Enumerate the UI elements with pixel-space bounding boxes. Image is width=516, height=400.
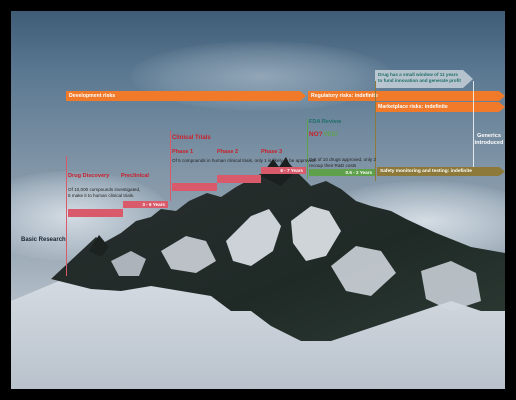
fda-duration: 0.5 - 2 Years (345, 169, 372, 175)
clinical-duration-pill: 6 - 7 Years (261, 167, 306, 174)
safety-monitoring-arrow: Safety monitoring and testing: indefinit… (377, 167, 505, 176)
generics-marker-line (473, 81, 474, 171)
drug-discovery-label: Drug Discovery (68, 173, 110, 179)
preclinical-label: Preclinical (121, 173, 149, 179)
clinical-duration: 6 - 7 Years (280, 167, 303, 173)
phase2-label: Phase 2 (217, 149, 239, 155)
discovery-note: Of 10,000 compounds investigated, 5 make… (68, 187, 141, 198)
fda-note: Out of 10 drugs approved, only 2 recoup … (309, 157, 376, 168)
discovery-marker-line (66, 156, 67, 276)
fda-review-label: FDA Review (309, 119, 342, 125)
phase1-bar (172, 183, 217, 191)
fda-duration-pill: 0.5 - 2 Years (309, 169, 375, 176)
generics-label: Generics introduced (474, 133, 504, 146)
development-risks-arrow: Development risks (66, 91, 306, 101)
infographic-frame: Development risks Regulatory risks: inde… (11, 11, 505, 389)
preclinical-duration: 3 - 6 Years (142, 201, 165, 207)
phase1-label: Phase 1 (172, 149, 194, 155)
window-note: Drug has a small window of 11 years to f… (378, 72, 461, 83)
marketplace-risks-label: Marketplace risks: indefinite (378, 103, 448, 110)
safety-monitoring-label: Safety monitoring and testing: indefinit… (380, 168, 472, 174)
regulatory-risks-label: Regulatory risks: indefinite (311, 92, 378, 99)
no-label: NO? (309, 131, 323, 138)
clinical-trials-label: Clinical Trials (172, 135, 211, 141)
phase3-bar (217, 175, 261, 183)
clinical-note: Of 5 compounds in human clinical trials,… (172, 158, 317, 163)
development-risks-label: Development risks (69, 92, 116, 99)
marketplace-risks-arrow: Marketplace risks: indefinite (375, 102, 505, 112)
fda-marker-line (307, 119, 308, 179)
yes-label: YES! (323, 131, 338, 138)
phase3-label: Phase 3 (261, 149, 283, 155)
discovery-bar (68, 209, 123, 217)
window-arrow: Drug has a small window of 11 years to f… (375, 70, 473, 88)
clinical-marker-line (170, 131, 171, 201)
regulatory-risks-arrow: Regulatory risks: indefinite (308, 91, 505, 101)
basic-research-label: Basic Research (21, 237, 66, 243)
mountain-photo (11, 157, 505, 389)
preclinical-duration-pill: 3 - 6 Years (123, 201, 168, 208)
